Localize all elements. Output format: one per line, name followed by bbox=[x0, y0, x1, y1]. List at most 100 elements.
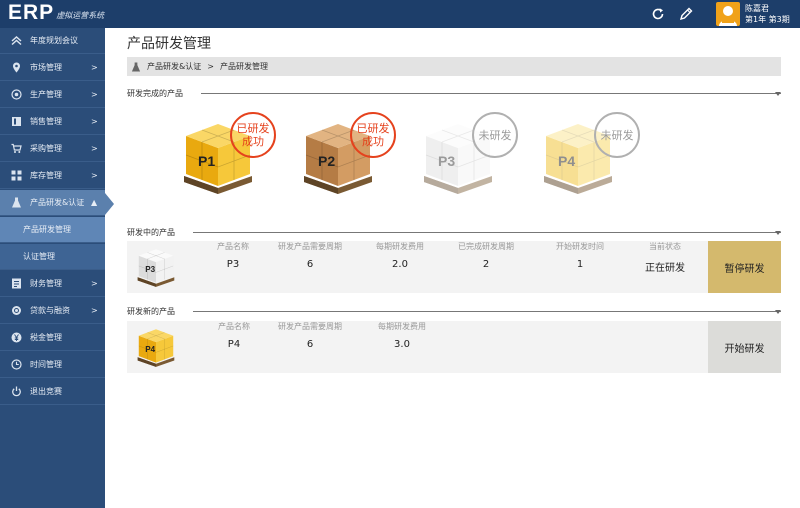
sidebar-item-time[interactable]: 时间管理 bbox=[0, 352, 105, 378]
column-header: 研发产品需要周期 bbox=[278, 242, 342, 251]
new-dev-row: P4 产品名称 P4 研发产品需要周期 6 每期研发费用 3.0 开始研发 bbox=[127, 321, 781, 373]
breadcrumb-separator: > bbox=[207, 62, 214, 71]
start-rnd-button[interactable]: 开始研发 bbox=[708, 321, 781, 373]
sidebar-item-rnd-certification[interactable]: 产品研发&认证 ▲ bbox=[0, 190, 105, 216]
sidebar-item-inventory[interactable]: 库存管理 > bbox=[0, 163, 105, 189]
status-stamp: 未研发 bbox=[594, 112, 640, 158]
stamp-text: 已研发成功 bbox=[236, 122, 270, 148]
cell-value: P3 bbox=[226, 259, 240, 270]
sidebar-arrow: > bbox=[91, 306, 98, 315]
pallet-label: P3 bbox=[438, 153, 455, 169]
ledger-icon bbox=[11, 278, 22, 289]
cell-value: 2 bbox=[482, 259, 490, 270]
book-icon bbox=[11, 116, 22, 127]
target-icon bbox=[11, 89, 22, 100]
sidebar-item-label: 生产管理 bbox=[30, 90, 62, 99]
in-progress-row: P3 产品名称 P3 研发产品需要周期 6 每期研发费用 2.0 已完成研发周期 2 开… bbox=[127, 241, 781, 293]
top-bar: ERP 虚拟运营系统 陈嘉君 第1年 第3期 bbox=[0, 0, 800, 28]
section-divider bbox=[193, 231, 781, 235]
column-header: 每期研发费用 bbox=[378, 322, 426, 331]
refresh-icon[interactable] bbox=[650, 6, 666, 22]
sidebar-arrow: > bbox=[91, 117, 98, 126]
product-thumbnail: P4 bbox=[134, 326, 178, 368]
pallet-label: P4 bbox=[558, 153, 575, 169]
sidebar-item-label: 市场管理 bbox=[30, 63, 62, 72]
sidebar-item-loans[interactable]: 贷款与融资 > bbox=[0, 298, 105, 324]
sidebar-arrow: > bbox=[91, 90, 98, 99]
active-nav-pointer bbox=[105, 193, 114, 215]
cell-value: 1 bbox=[576, 259, 584, 270]
breadcrumb: 产品研发&认证 > 产品研发管理 bbox=[127, 57, 781, 76]
sidebar-item-label: 认证管理 bbox=[23, 252, 55, 261]
avatar[interactable] bbox=[716, 2, 740, 26]
col-done: 已完成研发周期 2 bbox=[453, 241, 519, 270]
sidebar-item-exit[interactable]: 退出竞赛 bbox=[0, 379, 105, 405]
sidebar-subitem-product-rnd[interactable]: 产品研发管理 bbox=[0, 217, 105, 243]
flask-icon bbox=[131, 61, 141, 72]
sidebar-item-market[interactable]: 市场管理 > bbox=[0, 55, 105, 81]
sidebar-item-label: 税金管理 bbox=[30, 333, 62, 342]
cell-value: 6 bbox=[306, 339, 314, 350]
section-header-new: 研发新的产品 bbox=[127, 306, 781, 317]
app-logo: ERP 虚拟运营系统 bbox=[8, 2, 104, 24]
pallet-label: P4 bbox=[145, 345, 155, 354]
breadcrumb-parent[interactable]: 产品研发&认证 bbox=[147, 61, 201, 72]
page-title: 产品研发管理 bbox=[127, 36, 211, 52]
sidebar-item-label: 库存管理 bbox=[30, 171, 62, 180]
col-cycle: 研发产品需要周期 6 bbox=[275, 241, 345, 270]
sidebar-item-label: 年度规划会议 bbox=[30, 36, 78, 45]
status-value: 正在研发 bbox=[645, 263, 685, 274]
stamp-text: 已研发成功 bbox=[356, 122, 390, 148]
status-stamp: 已研发成功 bbox=[350, 112, 396, 158]
sidebar-arrow: > bbox=[91, 279, 98, 288]
column-header: 当前状态 bbox=[649, 242, 681, 251]
pallet-label: P1 bbox=[198, 153, 215, 169]
stamp-text: 未研发 bbox=[478, 128, 512, 142]
cell-value: P4 bbox=[227, 339, 241, 350]
sidebar-item-label: 时间管理 bbox=[30, 360, 62, 369]
column-header: 研发产品需要周期 bbox=[278, 322, 342, 331]
col-product-name: 产品名称 P3 bbox=[211, 241, 255, 270]
stamp-text: 未研发 bbox=[600, 128, 634, 142]
sidebar-item-tax[interactable]: 税金管理 bbox=[0, 325, 105, 351]
col-cost: 每期研发费用 3.0 bbox=[369, 321, 435, 350]
sidebar-item-label: 销售管理 bbox=[30, 117, 62, 126]
breadcrumb-current: 产品研发管理 bbox=[219, 62, 268, 71]
yen-icon bbox=[11, 332, 22, 343]
user-info: 陈嘉君 第1年 第3期 bbox=[745, 3, 790, 25]
logo-text: ERP bbox=[8, 1, 55, 24]
cart-icon bbox=[11, 143, 22, 154]
product-thumbnail: P3 bbox=[134, 246, 178, 288]
logo-subtitle: 虚拟运营系统 bbox=[56, 11, 105, 20]
section-divider bbox=[193, 310, 781, 314]
sidebar-item-annual-planning[interactable]: 年度规划会议 bbox=[0, 28, 105, 54]
pallet-label: P3 bbox=[145, 265, 155, 274]
col-cost: 每期研发费用 2.0 bbox=[367, 241, 433, 270]
sidebar-subitem-certification[interactable]: 认证管理 bbox=[0, 244, 105, 270]
grid-icon bbox=[11, 170, 22, 181]
edit-icon[interactable] bbox=[678, 6, 694, 22]
sidebar-item-finance[interactable]: 财务管理 > bbox=[0, 271, 105, 297]
pause-rnd-button[interactable]: 暂停研发 bbox=[708, 241, 781, 293]
sidebar-arrow: > bbox=[91, 144, 98, 153]
cell-value: 2.0 bbox=[392, 259, 408, 270]
sidebar-item-production[interactable]: 生产管理 > bbox=[0, 82, 105, 108]
sidebar-item-sales[interactable]: 销售管理 > bbox=[0, 109, 105, 135]
section-header-completed: 研发完成的产品 bbox=[127, 88, 781, 99]
sidebar-item-purchasing[interactable]: 采购管理 > bbox=[0, 136, 105, 162]
map-pin-icon bbox=[11, 62, 22, 73]
section-title: 研发新的产品 bbox=[127, 307, 175, 316]
section-title: 研发完成的产品 bbox=[127, 89, 183, 98]
column-header: 开始研发时间 bbox=[556, 242, 604, 251]
cell-value: 6 bbox=[306, 259, 314, 270]
section-header-in-progress: 研发中的产品 bbox=[127, 227, 781, 238]
column-header: 已完成研发周期 bbox=[458, 242, 514, 251]
status-stamp: 已研发成功 bbox=[230, 112, 276, 158]
cell-value: 3.0 bbox=[394, 339, 410, 350]
game-period: 第1年 第3期 bbox=[745, 15, 790, 24]
column-header: 产品名称 bbox=[218, 322, 250, 331]
section-divider bbox=[201, 92, 781, 96]
col-product-name: 产品名称 P4 bbox=[212, 321, 256, 350]
sidebar-arrow: > bbox=[91, 171, 98, 180]
coins-icon bbox=[11, 305, 22, 316]
